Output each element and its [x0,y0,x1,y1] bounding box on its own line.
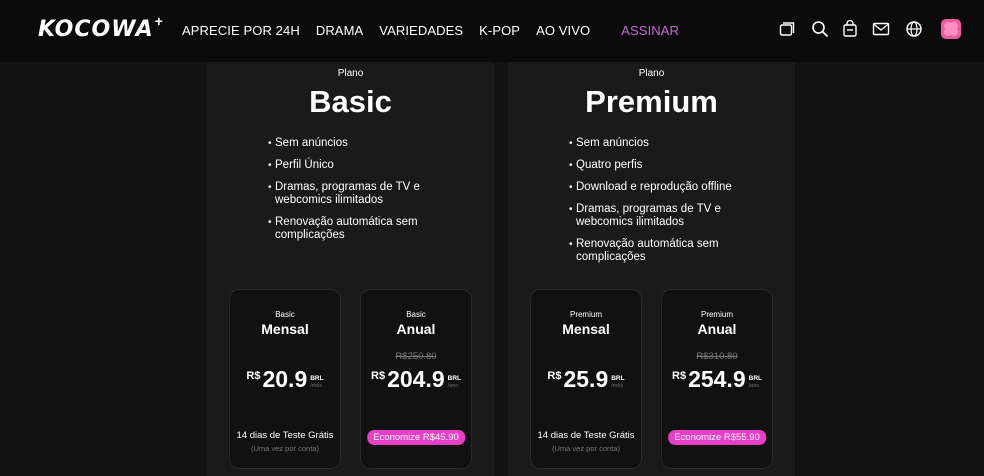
feature-item: Sem anúncios [569,137,780,150]
price-unit: BRL /ano [448,375,461,389]
trial-note: (Uma vez por conta) [552,444,620,453]
plan-basic-panel: Plano Basic Sem anúncios Perfil Único Dr… [207,36,494,476]
price-currency: R$ [547,370,562,382]
plan-premium-panel: Plano Premium Sem anúncios Quatro perfis… [508,36,795,476]
price-card-premium-monthly[interactable]: Premium Mensal R$ 25.9 BRL /mês 14 dias … [530,289,642,469]
old-price: R$250.80 [395,351,437,362]
price-unit-currency: BRL [611,375,625,382]
price-unit-currency: BRL [748,375,762,382]
feature-item: Download e reprodução offline [569,181,780,194]
price: R$ 204.9 BRL /ano [361,366,471,392]
search-icon[interactable] [811,20,829,38]
plan-label: Plano [638,68,665,79]
price: R$ 25.9 BRL /mês [531,366,641,392]
price-period: /ano [748,383,760,389]
library-icon[interactable] [778,20,796,38]
trial-text: 14 dias de Teste Grátis [236,430,334,441]
card-tier: Premium [569,310,602,319]
card-tier: Basic [275,310,295,319]
price-currency: R$ [371,370,386,382]
card-period: Mensal [562,321,610,337]
card-tier: Premium [700,310,733,319]
top-header: KOCOWA + APRECIE POR 24H DRAMA VARIEDADE… [0,0,984,62]
price-value: 204.9 [387,366,445,392]
globe-icon[interactable] [905,20,923,38]
trial-text: 14 dias de Teste Grátis [537,430,635,441]
price-period: /mês [611,383,624,389]
price-value: 20.9 [262,366,308,392]
feature-item: Dramas, programas de TV e webcomics ilim… [569,203,780,229]
card-tier: Basic [406,310,426,319]
price-card-premium-annual[interactable]: Premium Anual R$310.80 R$ 254.9 BRL /ano… [661,289,773,469]
card-period: Mensal [261,321,309,337]
trial-note: (Uma vez por conta) [251,444,319,453]
cart-icon[interactable] [841,20,859,38]
price-unit: BRL /ano [749,375,762,389]
feature-item: Renovação automática sem complicações [268,216,479,242]
price-unit-currency: BRL [447,375,461,382]
feature-item: Dramas, programas de TV e webcomics ilim… [268,181,479,207]
plan-name: Basic [309,84,392,119]
feature-list: Sem anúncios Perfil Único Dramas, progra… [268,137,479,251]
feature-item: Quatro perfis [569,159,780,172]
savings-badge: Economize R$45.90 [367,430,465,445]
price: R$ 20.9 BRL /mês [230,366,340,392]
price-value: 254.9 [688,366,746,392]
plan-label: Plano [337,68,364,79]
feature-item: Perfil Único [268,159,479,172]
price-value: 25.9 [563,366,609,392]
profile-icon[interactable] [941,19,961,39]
price: R$ 254.9 BRL /ano [662,366,772,392]
card-period: Anual [396,321,436,337]
header-icons [0,19,984,40]
feature-item: Renovação automática sem complicações [569,238,780,264]
mail-icon[interactable] [872,20,890,38]
price-currency: R$ [246,370,261,382]
price-unit-currency: BRL [310,375,324,382]
plan-name: Premium [585,84,718,119]
feature-item: Sem anúncios [268,137,479,150]
price-currency: R$ [672,370,687,382]
price-card-basic-monthly[interactable]: Basic Mensal R$ 20.9 BRL /mês 14 dias de… [229,289,341,469]
feature-list: Sem anúncios Quatro perfis Download e re… [569,137,780,273]
price-period: /ano [447,383,459,389]
price-unit: BRL /mês [310,375,323,389]
card-period: Anual [697,321,737,337]
price-card-basic-annual[interactable]: Basic Anual R$250.80 R$ 204.9 BRL /ano E… [360,289,472,469]
price-period: /mês [310,383,323,389]
savings-badge: Economize R$55.90 [668,430,766,445]
old-price: R$310.80 [696,351,738,362]
price-unit: BRL /mês [611,375,624,389]
